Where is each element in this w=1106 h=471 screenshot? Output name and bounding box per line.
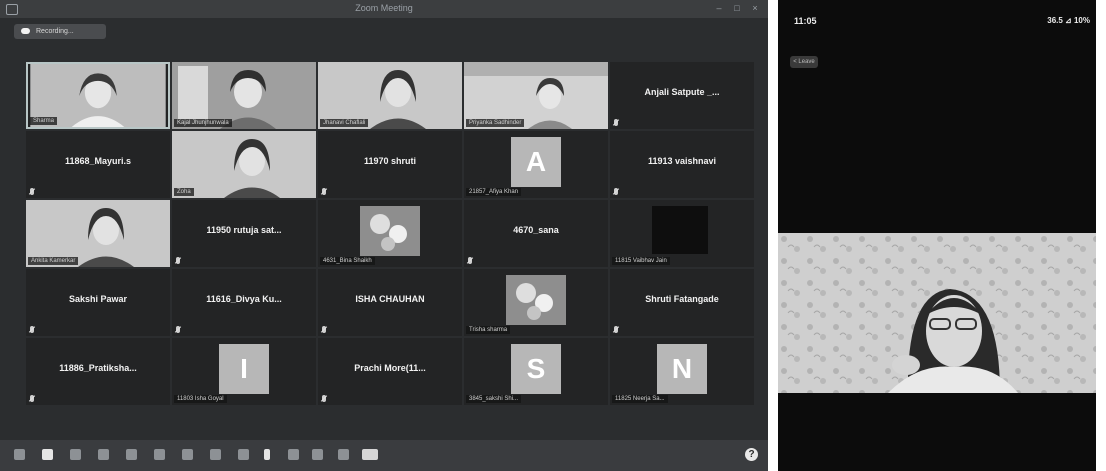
participant-tile[interactable]: 4670_sana [464, 200, 608, 267]
participant-tile[interactable]: 11815 Vaibhav Jain [610, 200, 754, 267]
participant-tile[interactable]: 11913 vaishnavi [610, 131, 754, 198]
gallery-grid: Sharma Kajal Jhunjhunwala Jhanavi Chaflali… [26, 62, 756, 407]
participant-tile[interactable]: 11616_Divya Ku... [172, 269, 316, 336]
mic-muted-icon [322, 326, 326, 333]
participant-tile[interactable]: 11886_Pratiksha... [26, 338, 170, 405]
more-button[interactable] [338, 449, 349, 460]
mic-muted-icon [468, 257, 472, 264]
participant-name-large: Anjali Satpute _... [644, 87, 720, 97]
mic-muted-icon [30, 326, 34, 333]
record-button[interactable] [182, 449, 193, 460]
participant-name-label: Zoha [174, 188, 194, 196]
mic-icon[interactable] [264, 449, 270, 460]
avatar-letter: A [511, 137, 561, 187]
whiteboard-button[interactable] [312, 449, 323, 460]
avatar-letter: N [657, 344, 707, 394]
participant-tile[interactable]: Prachi More(11... [318, 338, 462, 405]
participant-name-label: 11815 Vaibhav Jain [612, 257, 670, 265]
window-title: Zoom Meeting [355, 3, 413, 13]
participants-button[interactable] [98, 449, 109, 460]
participant-name-large: ISHA CHAUHAN [355, 294, 425, 304]
participant-tile[interactable]: Ankita Kamerkar [26, 200, 170, 267]
participant-tile[interactable]: Sharma [26, 62, 170, 129]
avatar-letter: S [511, 344, 561, 394]
leave-button[interactable]: < Leave [790, 56, 818, 68]
participant-name-large: 11913 vaishnavi [647, 156, 717, 166]
participant-name-label: 11803 Isha Goyal [174, 395, 227, 403]
title-bar: Zoom Meeting – □ × [0, 0, 768, 18]
participant-name-large: 11886_Pratiksha... [59, 363, 137, 373]
participant-tile[interactable]: 11868_Mayuri.s [26, 131, 170, 198]
participant-tile[interactable]: Anjali Satpute _... [610, 62, 754, 129]
mic-muted-icon [614, 119, 618, 126]
participant-name-label: 21857_Afiya Khan [466, 188, 522, 196]
participant-name-label: 3845_sakshi Shi... [466, 395, 522, 403]
participant-tile[interactable]: Priyanka Sadhinder [464, 62, 608, 129]
mic-muted-icon [614, 188, 618, 195]
share-screen-button[interactable] [154, 449, 165, 460]
end-meeting-button[interactable] [362, 449, 378, 460]
security-button[interactable] [70, 449, 81, 460]
apps-button[interactable] [288, 449, 299, 460]
close-icon[interactable]: × [750, 4, 760, 13]
participant-name-label: Priyanka Sadhinder [466, 119, 525, 127]
reactions-button[interactable] [210, 449, 221, 460]
participant-name-large: 4670_sana [513, 225, 559, 235]
participant-tile[interactable]: 11950 rutuja sat... [172, 200, 316, 267]
mic-muted-icon [30, 395, 34, 402]
participant-name-label: 4631_Bina Shaikh [320, 257, 375, 265]
participant-tile[interactable]: Sakshi Pawar [26, 269, 170, 336]
phone-time: 11:05 [794, 16, 817, 26]
mic-muted-icon [176, 326, 180, 333]
chat-button[interactable] [126, 449, 137, 460]
phone-status-bar: 11:05 36.5 ⊿ 10% [778, 0, 1096, 26]
participant-name-label: Jhanavi Chaflali [320, 119, 369, 127]
avatar-letter: I [219, 344, 269, 394]
participant-tile[interactable]: ISHA CHAUHAN [318, 269, 462, 336]
participant-name-label: Trisha sharma [466, 326, 511, 334]
help-icon[interactable]: ? [745, 448, 758, 461]
participant-tile[interactable]: Shruti Fatangade [610, 269, 754, 336]
participant-tile[interactable]: 11970 shruti [318, 131, 462, 198]
phone-status-indicators: 36.5 ⊿ 10% [1047, 16, 1090, 25]
participant-name-large: 11950 rutuja sat... [206, 225, 282, 235]
participant-tile[interactable]: S 3845_sakshi Shi... [464, 338, 608, 405]
recording-cloud-icon [21, 28, 30, 35]
meeting-toolbar: ? [0, 440, 768, 471]
mute-button[interactable] [14, 449, 25, 460]
recording-label: Recording... [36, 28, 74, 35]
mic-muted-icon [30, 188, 34, 195]
participant-tile[interactable]: A 21857_Afiya Khan [464, 131, 608, 198]
participant-name-large: Shruti Fatangade [645, 294, 719, 304]
active-speaker-video [778, 233, 1096, 393]
participant-name-large: 11970 shruti [363, 156, 417, 166]
participant-tile[interactable]: I 11803 Isha Goyal [172, 338, 316, 405]
participant-name-large: Prachi More(11... [354, 363, 426, 373]
participant-tile[interactable]: Zoha [172, 131, 316, 198]
recording-indicator[interactable]: Recording... [14, 24, 106, 39]
breakout-button[interactable] [238, 449, 249, 460]
participant-name-label: Kajal Jhunjhunwala [174, 119, 232, 127]
participant-tile[interactable]: Kajal Jhunjhunwala [172, 62, 316, 129]
video-button[interactable] [42, 449, 53, 460]
participant-name-label: Sharma [30, 117, 58, 125]
participant-tile[interactable]: Jhanavi Chaflali [318, 62, 462, 129]
mic-muted-icon [176, 257, 180, 264]
mic-muted-icon [322, 188, 326, 195]
participant-tile[interactable]: N 11825 Neerja Sa... [610, 338, 754, 405]
participant-name-label: Ankita Kamerkar [28, 257, 79, 265]
mic-muted-icon [614, 326, 618, 333]
participant-tile[interactable]: Trisha sharma [464, 269, 608, 336]
phone-screen: 11:05 36.5 ⊿ 10% < Leave [778, 0, 1096, 471]
participant-name-large: Sakshi Pawar [68, 294, 128, 304]
minimize-icon[interactable]: – [714, 4, 724, 13]
participant-name-large: 11868_Mayuri.s [64, 156, 132, 166]
participant-tile[interactable]: 4631_Bina Shaikh [318, 200, 462, 267]
mic-muted-icon [322, 395, 326, 402]
maximize-icon[interactable]: □ [732, 4, 742, 13]
participant-name-label: 11825 Neerja Sa... [612, 395, 668, 403]
participant-name-large: 11616_Divya Ku... [206, 294, 282, 304]
zoom-window: Zoom Meeting – □ × Recording... Sharma Ka… [0, 0, 768, 471]
